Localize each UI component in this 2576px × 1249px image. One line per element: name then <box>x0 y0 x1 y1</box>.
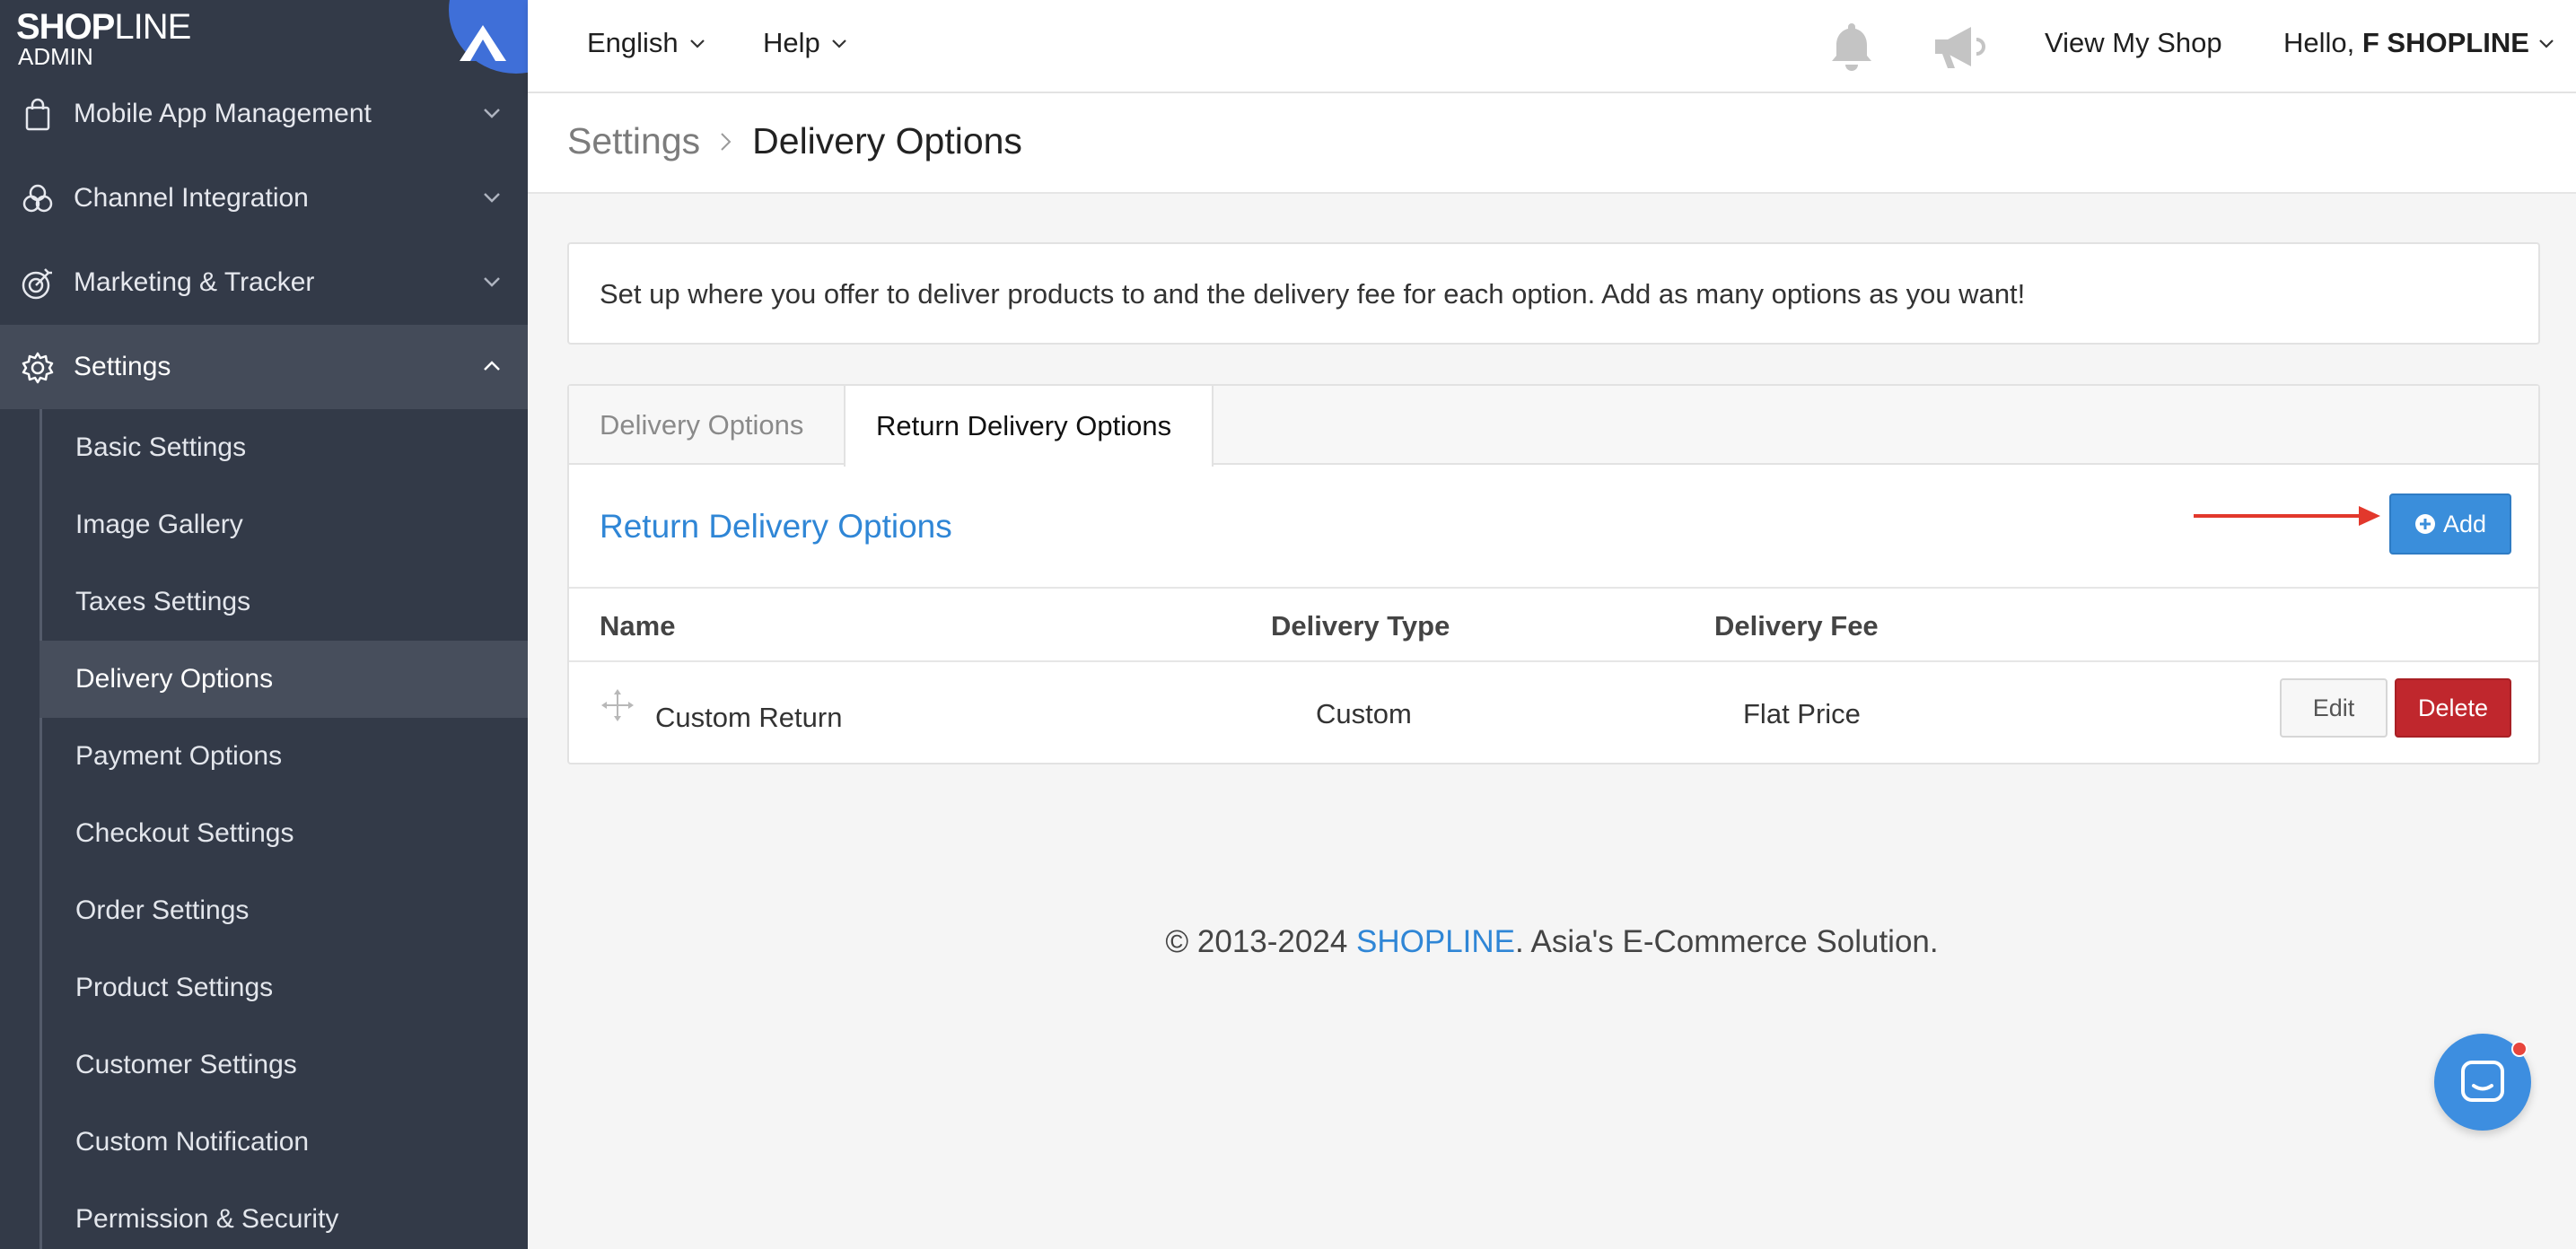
footer-brand-link[interactable]: SHOPLINE <box>1356 924 1515 959</box>
row-name: Custom Return <box>655 702 843 733</box>
sidebar-item-channel-integration[interactable]: Channel Integration <box>0 156 528 240</box>
column-header-name: Name <box>600 610 676 642</box>
sidebar-subitem-custom-notification[interactable]: Custom Notification <box>39 1104 528 1181</box>
add-button[interactable]: Add <box>2389 493 2511 555</box>
notification-dot <box>2511 1041 2528 1057</box>
sidebar-item-label: Channel Integration <box>74 183 309 213</box>
intro-text: Set up where you offer to deliver produc… <box>600 278 2026 310</box>
sidebar-item-label: Marketing & Tracker <box>74 267 315 297</box>
sidebar-subitem-customer-settings[interactable]: Customer Settings <box>39 1026 528 1104</box>
help-label: Help <box>763 27 820 58</box>
chevron-up-icon <box>484 361 500 371</box>
user-menu[interactable]: Hello, F SHOPLINE <box>2283 27 2556 59</box>
view-my-shop-link[interactable]: View My Shop <box>2045 27 2222 59</box>
target-icon <box>22 268 52 300</box>
sidebar-item-label: Settings <box>74 352 171 381</box>
sidebar-item-settings[interactable]: Settings <box>0 325 528 409</box>
delete-button[interactable]: Delete <box>2395 678 2511 738</box>
shopping-bag-icon <box>25 98 50 131</box>
breadcrumb-bar: Settings Delivery Options <box>528 93 2576 194</box>
table-header: Name Delivery Type Delivery Fee <box>569 587 2538 662</box>
sidebar-item-mobile-app-management[interactable]: Mobile App Management <box>0 72 528 156</box>
sidebar-subitem-permission-security[interactable]: Permission & Security <box>39 1181 528 1249</box>
chevron-down-icon <box>484 109 500 118</box>
column-header-delivery-fee: Delivery Fee <box>1714 610 1879 642</box>
gear-icon <box>22 352 54 384</box>
sidebar-subitem-image-gallery[interactable]: Image Gallery <box>39 486 528 563</box>
column-header-delivery-type: Delivery Type <box>1271 610 1450 642</box>
language-dropdown[interactable]: English <box>587 27 707 59</box>
breadcrumb-settings[interactable]: Settings <box>567 120 700 162</box>
tab-delivery-options[interactable]: Delivery Options <box>569 386 844 465</box>
sidebar-subitem-order-settings[interactable]: Order Settings <box>39 872 528 949</box>
footer: © 2013-2024 SHOPLINE. Asia's E-Commerce … <box>528 924 2576 960</box>
mountain-icon <box>460 25 506 61</box>
top-bar: English Help View My Shop Hello, F SHOPL… <box>528 0 2576 93</box>
megaphone-icon[interactable] <box>1930 20 1989 74</box>
add-button-label: Add <box>2442 510 2487 537</box>
chevron-down-icon <box>484 277 500 287</box>
shopline-logo[interactable]: SHOPLINE ADMIN <box>0 0 528 74</box>
bell-icon[interactable] <box>1824 18 1879 74</box>
annotation-arrow-icon <box>2194 506 2380 526</box>
edit-button[interactable]: Edit <box>2280 678 2388 738</box>
language-label: English <box>587 27 679 58</box>
chevron-down-icon <box>831 39 846 48</box>
greeting-label: Hello, <box>2283 27 2362 58</box>
footer-tagline: . Asia's E-Commerce Solution. <box>1515 924 1939 959</box>
help-dropdown[interactable]: Help <box>763 27 849 59</box>
channels-icon <box>22 184 53 213</box>
panel-title: Return Delivery Options <box>600 508 952 545</box>
chevron-down-icon <box>2539 39 2554 48</box>
footer-copyright: © 2013-2024 <box>1165 924 1357 959</box>
tabs-bar: Delivery Options Return Delivery Options <box>569 386 2538 467</box>
page-title: Delivery Options <box>752 120 1022 162</box>
row-delivery-fee: Flat Price <box>1743 698 1861 729</box>
chevron-down-icon <box>484 193 500 203</box>
plus-circle-icon <box>2414 514 2435 534</box>
settings-submenu: Basic Settings Image Gallery Taxes Setti… <box>39 409 528 1249</box>
sidebar-subitem-delivery-options[interactable]: Delivery Options <box>39 641 528 718</box>
user-name: F SHOPLINE <box>2361 27 2529 58</box>
sidebar-subitem-basic-settings[interactable]: Basic Settings <box>39 409 528 486</box>
sidebar: SHOPLINE ADMIN Mobile App Management Cha… <box>0 0 528 1249</box>
chevron-down-icon <box>689 39 705 48</box>
sidebar-subitem-product-settings[interactable]: Product Settings <box>39 949 528 1026</box>
logo-subtitle: ADMIN <box>18 43 93 70</box>
row-delivery-type: Custom <box>1316 698 1412 729</box>
delivery-options-panel: Delivery Options Return Delivery Options… <box>567 384 2540 764</box>
drag-handle-icon[interactable] <box>601 689 634 721</box>
chevron-right-icon <box>721 132 732 151</box>
view-my-shop-label: View My Shop <box>2045 27 2222 58</box>
tab-return-delivery-options[interactable]: Return Delivery Options <box>844 386 1214 467</box>
sidebar-subitem-checkout-settings[interactable]: Checkout Settings <box>39 795 528 872</box>
breadcrumb: Settings Delivery Options <box>567 120 1022 162</box>
chat-icon <box>2461 1061 2504 1102</box>
app-switcher-badge[interactable] <box>449 0 528 74</box>
sidebar-item-marketing-tracker[interactable]: Marketing & Tracker <box>0 240 528 325</box>
sidebar-subitem-taxes-settings[interactable]: Taxes Settings <box>39 563 528 641</box>
sidebar-subitem-payment-options[interactable]: Payment Options <box>39 718 528 795</box>
sidebar-item-label: Mobile App Management <box>74 99 372 128</box>
table-row: Custom Return Custom Flat Price Edit Del… <box>569 662 2538 763</box>
logo-wordmark: SHOPLINE <box>16 7 191 47</box>
intro-info-box: Set up where you offer to deliver produc… <box>567 242 2540 345</box>
